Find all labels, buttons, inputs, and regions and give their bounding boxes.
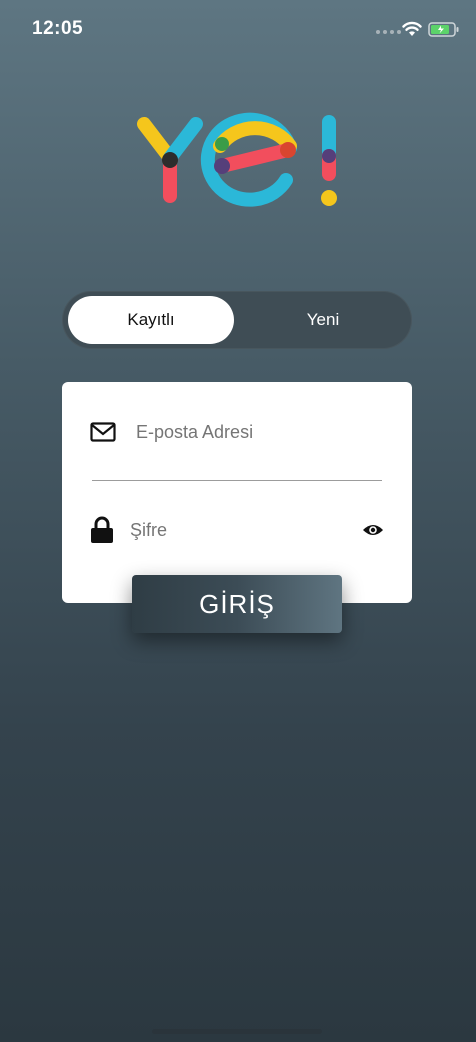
home-indicator[interactable]: [152, 1029, 322, 1034]
lock-icon: [90, 515, 114, 545]
login-button[interactable]: GİRİŞ: [132, 575, 342, 633]
login-mode-toggle: Kayıtlı Yeni: [62, 291, 412, 349]
cellular-signal-icon: [376, 30, 401, 34]
field-divider: [92, 480, 382, 481]
login-form-card: [62, 382, 412, 603]
envelope-icon: [90, 417, 120, 447]
tab-registered[interactable]: Kayıtlı: [68, 296, 234, 344]
tab-new[interactable]: Yeni: [240, 296, 406, 344]
email-field: [90, 410, 384, 454]
password-input[interactable]: [130, 519, 362, 541]
email-input[interactable]: [136, 421, 384, 443]
status-time: 12:05: [32, 18, 84, 39]
app-logo: [137, 112, 337, 207]
wifi-icon: [402, 21, 422, 36]
status-bar: 12:05: [0, 0, 476, 60]
eye-icon[interactable]: [362, 520, 384, 540]
password-field: [90, 508, 384, 552]
battery-icon: [428, 22, 459, 37]
